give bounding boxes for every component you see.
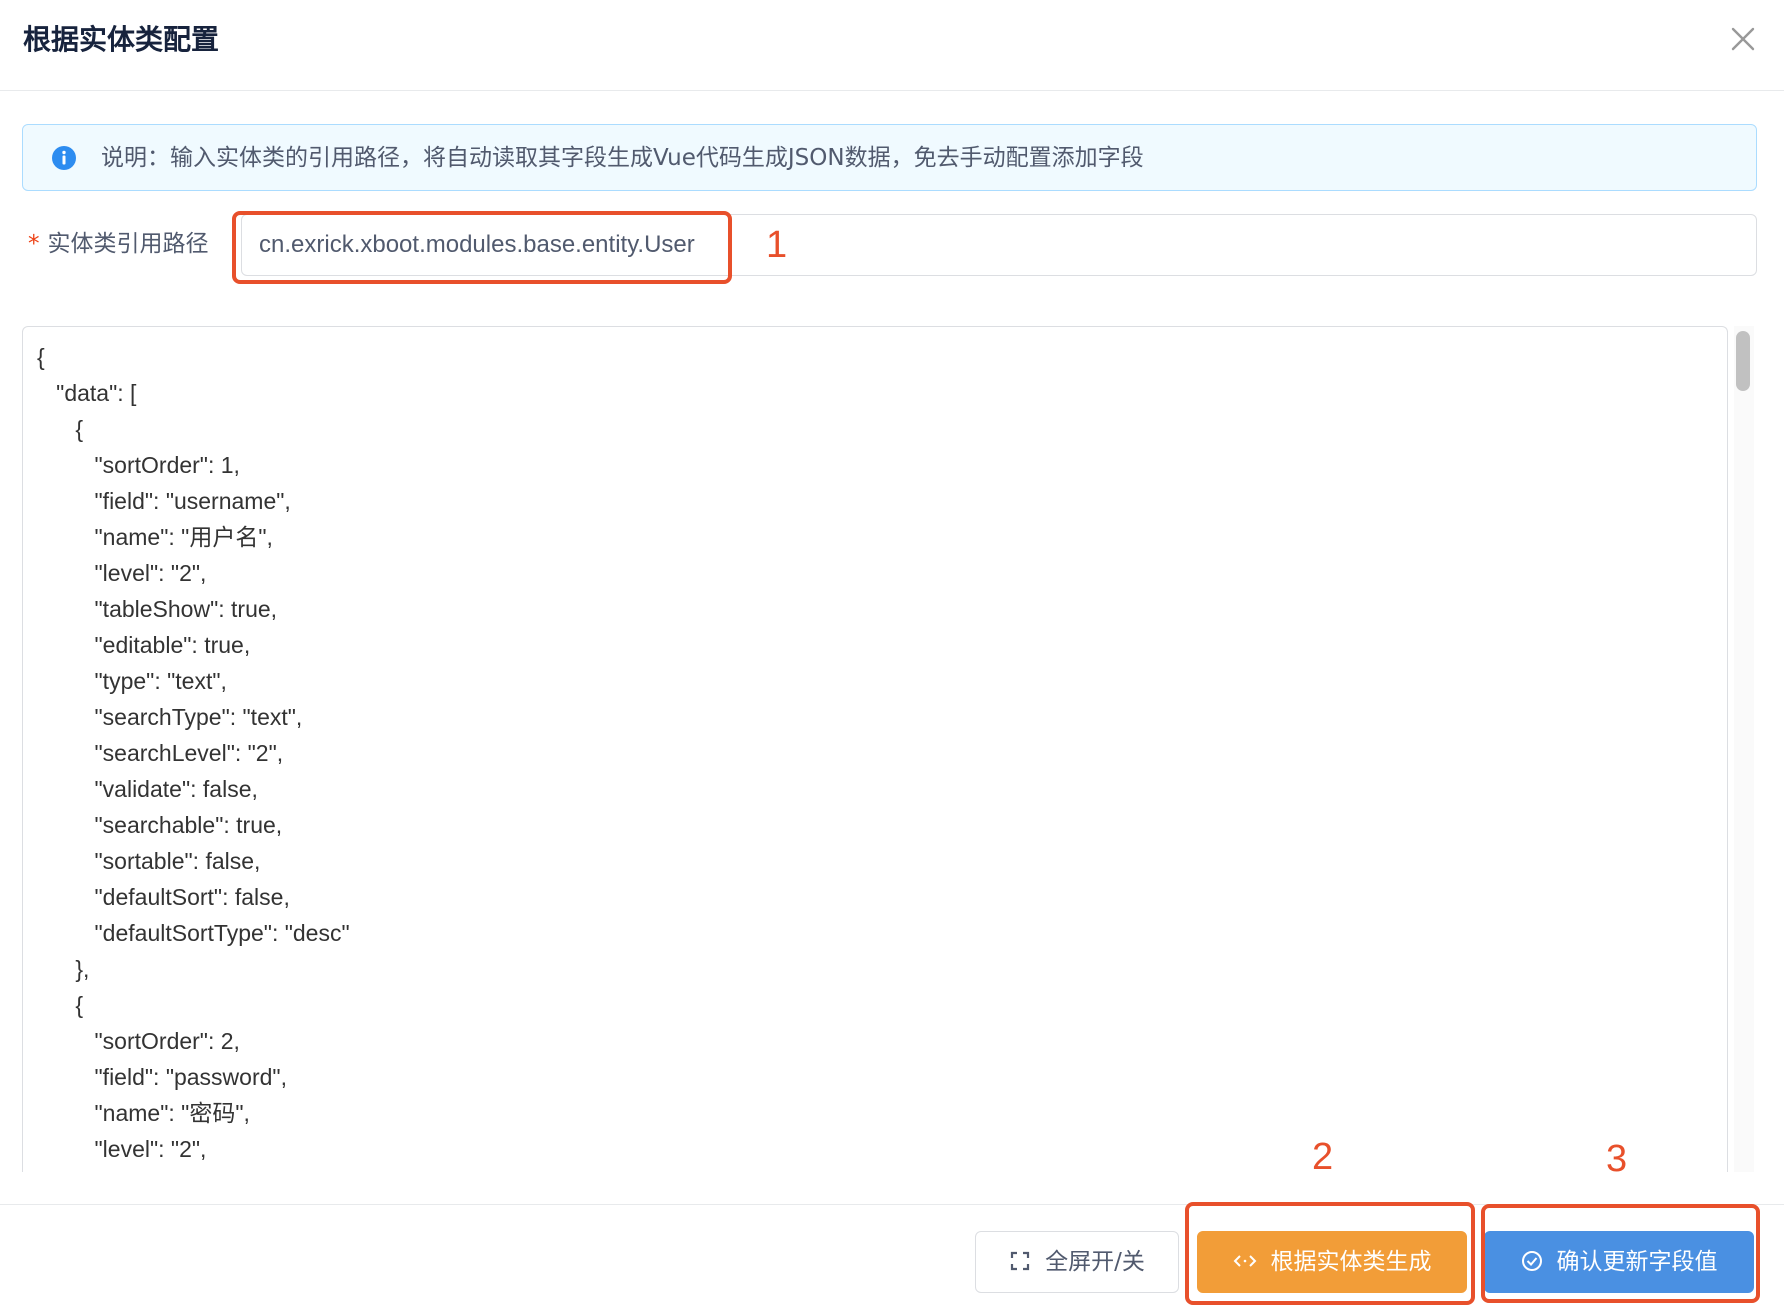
- entity-path-label: * 实体类引用路径: [28, 228, 209, 260]
- generate-from-entity-button[interactable]: 根据实体类生成: [1197, 1231, 1467, 1293]
- annotation-number-3: 3: [1606, 1138, 1628, 1180]
- generate-button-label: 根据实体类生成: [1270, 1249, 1432, 1275]
- info-alert: 说明：输入实体类的引用路径，将自动读取其字段生成Vue代码生成JSON数据，免去…: [22, 124, 1757, 191]
- confirm-update-button[interactable]: 确认更新字段值: [1484, 1231, 1754, 1293]
- entity-config-modal: 根据实体类配置 说明：输入实体类的引用路径，将自动读取其字段生成Vue代码生成J…: [0, 0, 1784, 1308]
- code-scrollbar-thumb[interactable]: [1736, 331, 1750, 391]
- check-circle-icon: [1521, 1250, 1542, 1271]
- fullscreen-button-label: 全屏开/关: [1045, 1249, 1145, 1275]
- entity-path-input[interactable]: [243, 216, 1753, 274]
- entity-path-input-wrapper: [241, 214, 1757, 276]
- code-scrollbar-track[interactable]: [1734, 326, 1754, 1172]
- annotation-number-1: 1: [766, 224, 788, 266]
- close-button[interactable]: [1726, 22, 1760, 56]
- info-icon: [52, 146, 76, 170]
- close-icon: [1731, 27, 1755, 51]
- confirm-button-label: 确认更新字段值: [1556, 1249, 1718, 1275]
- json-code-content: { "data": [ { "sortOrder": 1, "field": "…: [37, 344, 350, 1162]
- required-mark: *: [28, 231, 40, 257]
- entity-path-label-text: 实体类引用路径: [47, 231, 209, 257]
- fullscreen-toggle-button[interactable]: 全屏开/关: [975, 1231, 1179, 1293]
- fullscreen-icon: [1011, 1251, 1030, 1270]
- annotation-number-2: 2: [1312, 1136, 1334, 1178]
- modal-title: 根据实体类配置: [23, 23, 220, 56]
- code-icon: [1233, 1254, 1256, 1267]
- json-code-editor[interactable]: { "data": [ { "sortOrder": 1, "field": "…: [22, 326, 1728, 1172]
- modal-header: 根据实体类配置: [0, 0, 1784, 91]
- alert-text: 说明：输入实体类的引用路径，将自动读取其字段生成Vue代码生成JSON数据，免去…: [101, 145, 1144, 171]
